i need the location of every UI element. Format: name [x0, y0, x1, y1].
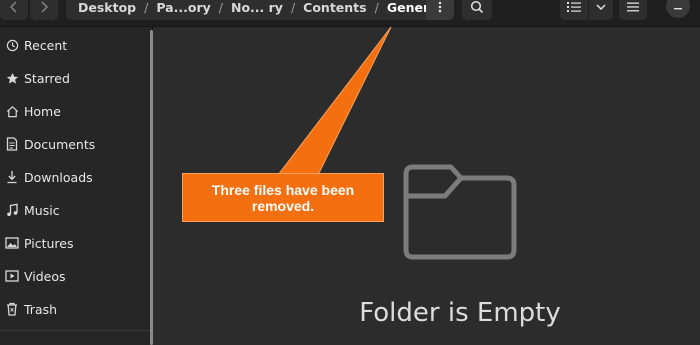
sidebar-divider — [0, 330, 150, 331]
sidebar-item-label: Trash — [24, 301, 58, 317]
main-menu-button[interactable] — [619, 0, 647, 20]
sidebar-item-downloads[interactable]: Downloads — [0, 162, 148, 192]
breadcrumb-separator: / — [144, 0, 149, 15]
forward-button[interactable] — [30, 0, 58, 20]
home-icon — [0, 103, 24, 119]
sidebar-item-videos[interactable]: Videos — [0, 261, 148, 291]
breadcrumb-item-3[interactable]: No... ry — [231, 0, 283, 15]
list-view-icon — [567, 2, 581, 12]
header-bar: Desktop / Pa...ory / No... ry / Contents… — [0, 0, 700, 27]
sidebar-item-label: Pictures — [24, 235, 74, 251]
view-options-dropdown[interactable] — [589, 0, 613, 20]
chevron-right-icon — [41, 1, 49, 13]
sidebar-item-label: Music — [24, 202, 60, 218]
sidebar-item-label: Videos — [24, 268, 66, 284]
vertical-dots-icon — [438, 1, 442, 13]
download-icon — [0, 169, 24, 185]
breadcrumb-separator: / — [374, 0, 379, 15]
sidebar-item-label: Home — [24, 103, 61, 119]
breadcrumb-separator: / — [290, 0, 296, 15]
breadcrumb-separator: / — [218, 0, 223, 15]
sidebar-item-label: Downloads — [24, 169, 93, 185]
video-icon — [0, 268, 24, 284]
sidebar-item-label: Starred — [24, 70, 70, 86]
sidebar-item-documents[interactable]: Documents — [0, 129, 148, 159]
breadcrumb-item-contents[interactable]: Contents — [303, 0, 366, 15]
sidebar-item-label: Documents — [24, 136, 96, 152]
music-icon — [0, 202, 24, 218]
annotation-callout: Three files have been removed. — [182, 173, 384, 222]
hamburger-icon — [627, 2, 639, 12]
folder-menu-button[interactable] — [426, 0, 454, 20]
sidebar-item-recent[interactable]: Recent — [0, 30, 148, 60]
breadcrumb-item-desktop[interactable]: Desktop — [78, 0, 136, 15]
chevron-left-icon — [9, 1, 17, 13]
trash-icon — [0, 301, 24, 317]
minimize-button[interactable] — [666, 0, 690, 18]
picture-icon — [0, 235, 24, 251]
sidebar-item-starred[interactable]: Starred — [0, 63, 148, 93]
folder-empty-icon — [403, 164, 517, 260]
view-list-button[interactable] — [560, 0, 588, 20]
breadcrumb: Desktop / Pa...ory / No... ry / Contents… — [66, 0, 442, 20]
clock-icon — [0, 37, 24, 53]
search-button[interactable] — [462, 0, 492, 20]
sidebar-item-trash[interactable]: Trash — [0, 294, 148, 324]
sidebar-item-pictures[interactable]: Pictures — [0, 228, 148, 258]
minimize-icon — [674, 8, 682, 10]
back-button[interactable] — [0, 0, 28, 20]
document-icon — [0, 136, 24, 152]
empty-folder-label: Folder is Empty — [359, 298, 561, 328]
search-icon — [470, 0, 484, 14]
sidebar-item-home[interactable]: Home — [0, 96, 148, 126]
sidebar-item-music[interactable]: Music — [0, 195, 148, 225]
breadcrumb-item-2[interactable]: Pa...ory — [156, 0, 210, 15]
chevron-down-icon — [596, 4, 606, 10]
star-icon — [0, 70, 24, 86]
sidebar-item-label: Recent — [24, 37, 68, 53]
